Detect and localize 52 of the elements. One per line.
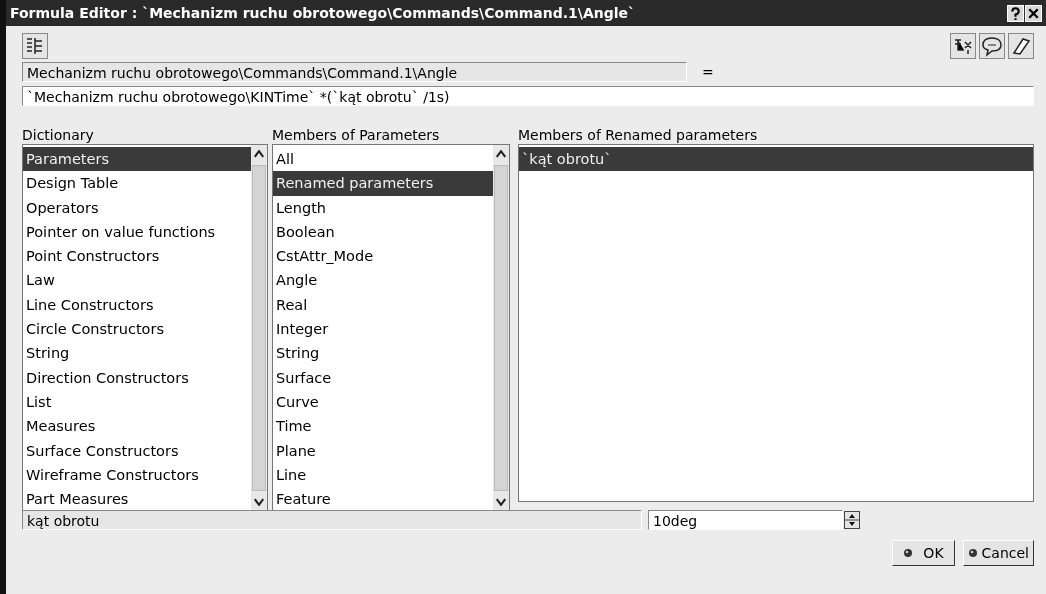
- list-item[interactable]: Integer: [273, 317, 493, 342]
- list-item[interactable]: Plane: [273, 438, 493, 463]
- list-heading: Members of Renamed parameters: [518, 126, 759, 144]
- list-item[interactable]: Line Constructors: [23, 292, 251, 318]
- list-item[interactable]: Feature: [273, 487, 493, 512]
- formula-field[interactable]: `Mechanizm ruchu obrotowego\KINTime` *(`kąt obrotu` /1s): [22, 86, 1034, 106]
- list-heading: Dictionary: [22, 126, 95, 144]
- dialog-button[interactable]: Cancel: [962, 540, 1034, 566]
- list-tree-icon[interactable]: [22, 32, 48, 60]
- list-item[interactable]: Line: [273, 462, 493, 488]
- list-item[interactable]: Renamed parameters: [273, 171, 493, 196]
- dot-icon: [967, 548, 978, 558]
- list-item[interactable]: Length: [273, 195, 493, 220]
- list-item[interactable]: Surface Constructors: [23, 438, 251, 463]
- list-item[interactable]: Curve: [273, 389, 493, 415]
- list-item[interactable]: Law: [23, 268, 251, 293]
- list-item[interactable]: `kąt obrotu`: [519, 147, 1033, 172]
- value-field[interactable]: 10deg: [648, 510, 843, 530]
- list-item[interactable]: Operators: [23, 195, 251, 220]
- list-item[interactable]: String: [23, 341, 251, 366]
- list-item[interactable]: List: [23, 389, 251, 415]
- list-item[interactable]: Direction Constructors: [23, 365, 251, 390]
- scrollbar[interactable]: [493, 145, 509, 512]
- list-item[interactable]: All: [273, 147, 493, 172]
- list-item[interactable]: Wireframe Constructors: [23, 462, 251, 488]
- list-item[interactable]: Circle Constructors: [23, 317, 251, 342]
- speech-bubble-icon[interactable]: [979, 33, 1005, 59]
- list-item[interactable]: Surface: [273, 365, 493, 390]
- close-icon[interactable]: [1025, 4, 1042, 22]
- dialog-button[interactable]: OK: [892, 540, 955, 566]
- list-item[interactable]: Pointer on value functions: [23, 219, 251, 245]
- list-item[interactable]: Parameters: [23, 147, 251, 172]
- list-item[interactable]: Part Measures: [23, 487, 251, 512]
- list-item[interactable]: Point Constructors: [23, 244, 251, 269]
- list-item[interactable]: Angle: [273, 268, 493, 293]
- list-item[interactable]: String: [273, 341, 493, 366]
- eraser-icon[interactable]: [1008, 33, 1034, 59]
- list-item[interactable]: Time: [273, 414, 493, 439]
- help-icon[interactable]: [1007, 4, 1024, 22]
- dot-icon: [903, 548, 914, 558]
- equals-sign: =: [702, 64, 714, 80]
- parameter-name-field[interactable]: Mechanizm ruchu obrotowego\Commands\Command.1\Angle: [22, 62, 687, 82]
- list-item[interactable]: CstAttr_Mode: [273, 244, 493, 269]
- scrollbar[interactable]: [251, 145, 267, 512]
- spinner-icon[interactable]: [844, 511, 860, 529]
- list-item[interactable]: Real: [273, 292, 493, 318]
- selected-name-field[interactable]: kąt obrotu: [22, 510, 642, 530]
- list-item[interactable]: Design Table: [23, 171, 251, 196]
- list-item[interactable]: Measures: [23, 414, 251, 439]
- window-title: Formula Editor : `Mechanizm ruchu obrotowego\Commands\Command.1\Angle`: [10, 5, 636, 21]
- list-item[interactable]: Boolean: [273, 219, 493, 245]
- list-heading: Members of Parameters: [272, 126, 441, 144]
